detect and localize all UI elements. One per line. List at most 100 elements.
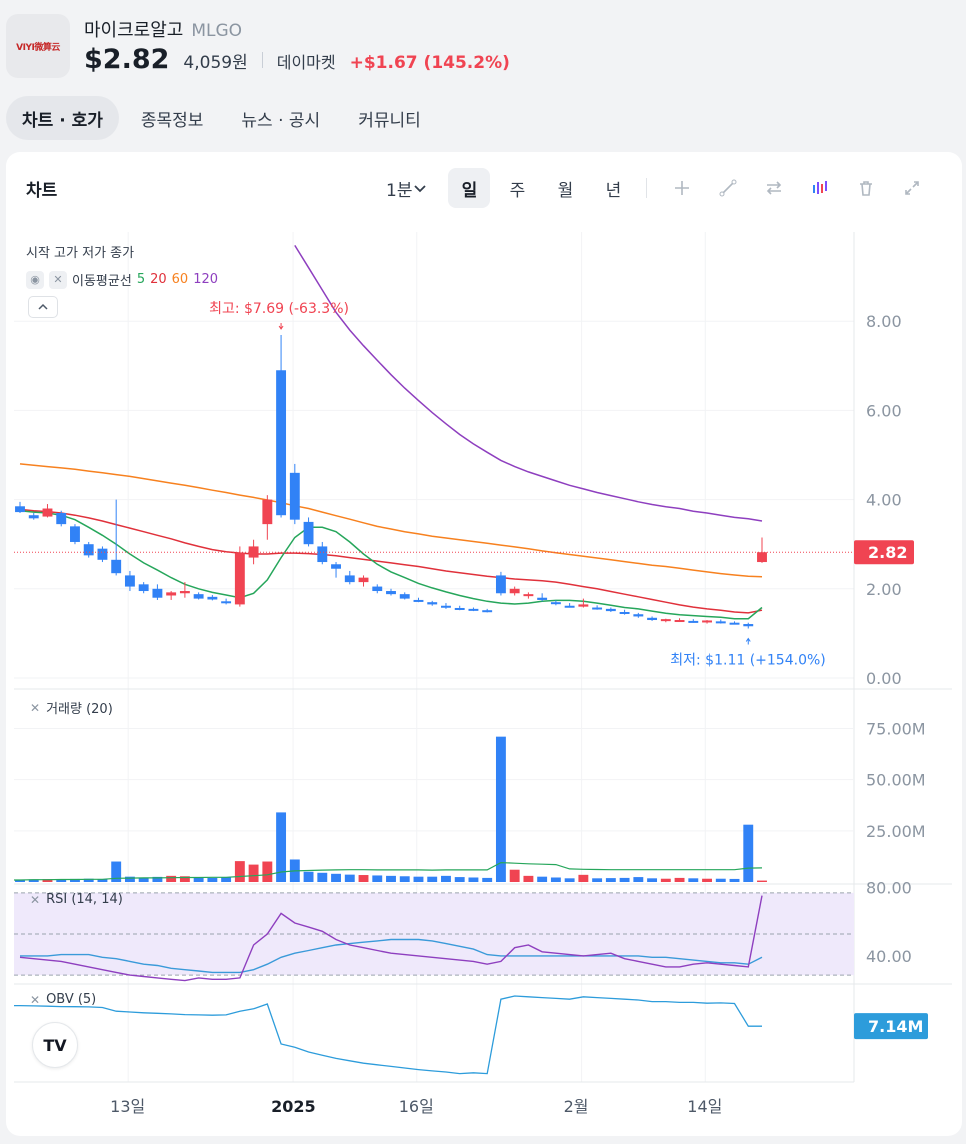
volume-pane-label: ✕ 거래량 (20): [30, 698, 113, 718]
obv-current-label: 7.14M: [868, 1017, 923, 1036]
volume-bar: [441, 875, 451, 882]
rsi-tick-label: 40.00: [866, 947, 912, 966]
volume-bar: [509, 869, 520, 882]
collapse-legend-button[interactable]: [28, 296, 58, 318]
candle: [111, 559, 122, 574]
ma120-label: 120: [193, 272, 219, 287]
x-tick-label: 2025: [271, 1097, 316, 1116]
volume-bar: [207, 877, 218, 882]
volume-bar: [578, 874, 589, 882]
tab-info[interactable]: 종목정보: [125, 96, 220, 140]
candle: [578, 604, 589, 607]
candle: [56, 512, 67, 525]
candle: [70, 526, 80, 542]
volume-tick-label: 50.00M: [866, 771, 926, 790]
candle: [344, 575, 355, 583]
volume-bar: [358, 875, 369, 882]
tab-news[interactable]: 뉴스 · 공시: [225, 96, 336, 140]
close-icon[interactable]: ✕: [49, 270, 67, 289]
ma60-label: 60: [171, 272, 189, 287]
candle: [303, 521, 314, 545]
obv-pane-label: ✕ OBV (5): [30, 992, 96, 1007]
volume-bar: [427, 876, 438, 882]
candle: [688, 620, 699, 623]
rsi-pane-label: ✕ RSI (14, 14): [30, 892, 123, 907]
volume-bar: [468, 877, 479, 882]
candle: [605, 608, 616, 612]
high-marker: [278, 323, 284, 330]
candle: [207, 596, 218, 600]
volume-bar: [523, 875, 534, 882]
ma120-line: [294, 245, 763, 522]
candle: [743, 624, 754, 627]
candle: [399, 594, 410, 599]
volume-bar: [619, 877, 630, 882]
stock-ticker: MLGO: [191, 21, 243, 41]
price-tick-label: 4.00: [866, 491, 902, 510]
candle: [97, 548, 108, 560]
x-tick-label: 16일: [399, 1097, 434, 1116]
volume-bar: [372, 875, 383, 882]
price-tick-label: 6.00: [866, 401, 902, 420]
candle: [358, 577, 369, 583]
volume-bar: [317, 872, 328, 882]
volume-bar: [674, 877, 685, 882]
close-icon[interactable]: ✕: [30, 701, 40, 715]
eye-hidden-icon[interactable]: ◉: [26, 270, 44, 289]
volume-bar: [495, 736, 506, 882]
candle: [413, 599, 424, 602]
price-change: +$1.67 (145.2%): [349, 53, 510, 73]
stock-name: 마이크로알고: [84, 20, 184, 41]
candle: [619, 611, 630, 614]
market-source[interactable]: 데이마켓: [277, 49, 336, 73]
volume-tick-label: 25.00M: [866, 822, 926, 841]
candle: [276, 370, 287, 516]
candle: [633, 614, 644, 617]
current-price: $2.82: [84, 44, 170, 75]
candle: [454, 607, 465, 610]
candle: [495, 575, 506, 594]
tab-community[interactable]: 커뮤니티: [342, 96, 437, 140]
candle: [221, 601, 232, 604]
price-chart[interactable]: 8.00 6.00 4.00 2.00 0.00 2.82 최고: $7.69 (-63.3…: [0, 152, 966, 1142]
volume-bar: [221, 877, 232, 882]
tradingview-logo[interactable]: TV: [32, 1022, 78, 1068]
candle: [28, 515, 39, 519]
low-marker: [745, 637, 751, 645]
candle: [83, 544, 94, 556]
candle: [468, 608, 479, 611]
close-icon[interactable]: ✕: [30, 893, 40, 907]
candle: [660, 619, 671, 622]
close-icon[interactable]: ✕: [30, 993, 40, 1007]
volume-bar: [592, 878, 603, 882]
candle: [509, 588, 520, 594]
ohlc-legend: 시작 고가 저가 종가: [26, 246, 135, 261]
price-tick-label: 8.00: [866, 312, 902, 331]
current-price-label: 2.82: [868, 543, 907, 562]
volume-bar: [166, 875, 177, 882]
volume-bar: [660, 878, 671, 882]
volume-bar: [729, 878, 740, 882]
x-tick-label: 14일: [687, 1097, 722, 1116]
volume-bar: [193, 877, 204, 882]
company-logo: VIYI微算云: [6, 14, 70, 78]
candle: [523, 594, 534, 597]
ma-label: 이동평균선: [72, 274, 132, 289]
candle: [262, 499, 273, 525]
price-row: $2.82 4,059원 데이마켓 +$1.67 (145.2%): [84, 44, 510, 75]
volume-label: 거래량 (20): [46, 702, 113, 717]
low-annotation: 최저: $1.11 (+154.0%): [670, 652, 826, 668]
candle: [757, 552, 767, 563]
obv-line: [14, 995, 762, 1075]
logo-text: VIYI微算云: [16, 42, 60, 53]
stock-tabs: 차트 · 호가 종목정보 뉴스 · 공시 커뮤니티: [6, 96, 437, 140]
ma5-label: 5: [136, 272, 146, 287]
candle: [702, 620, 712, 623]
candle: [179, 591, 190, 594]
tab-chart[interactable]: 차트 · 호가: [6, 96, 119, 140]
chevron-up-icon: [38, 303, 48, 310]
volume-bar: [454, 877, 465, 882]
candle: [729, 622, 740, 625]
volume-bar: [605, 878, 616, 882]
volume-bar: [399, 876, 410, 882]
